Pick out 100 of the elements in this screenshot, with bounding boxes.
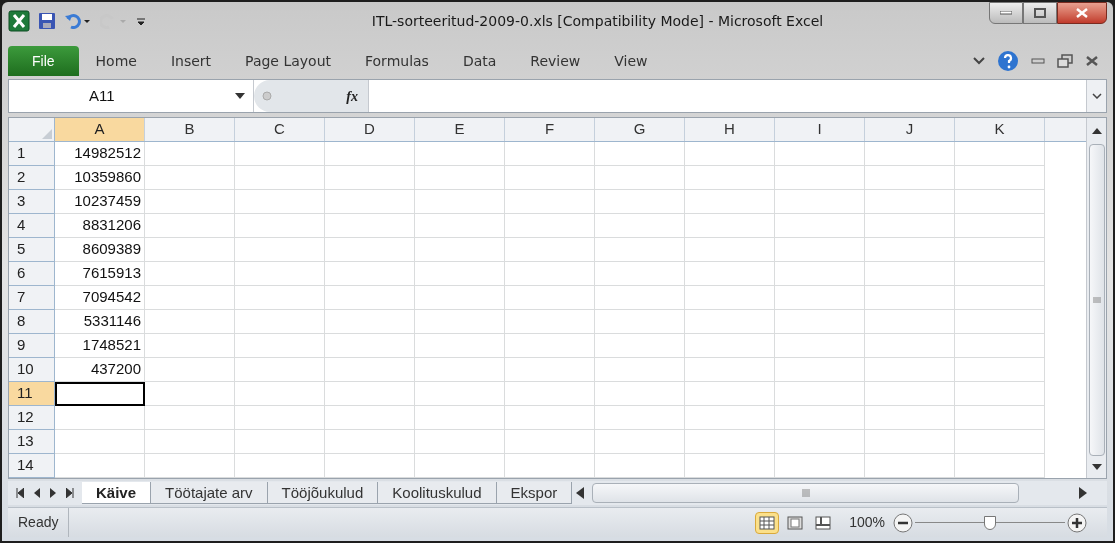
table-cell[interactable]: [685, 310, 775, 334]
table-cell[interactable]: 8831206: [55, 214, 145, 238]
excel-logo-icon[interactable]: [8, 10, 30, 32]
table-cell[interactable]: [865, 358, 955, 382]
first-sheet-icon[interactable]: [16, 488, 24, 498]
table-cell[interactable]: [505, 454, 595, 478]
table-cell[interactable]: [775, 334, 865, 358]
table-cell[interactable]: [865, 286, 955, 310]
restore-workbook-icon[interactable]: [1057, 54, 1073, 68]
ribbon-tab[interactable]: Home: [78, 46, 154, 76]
table-cell[interactable]: [865, 190, 955, 214]
sheet-tab[interactable]: Ekspor: [496, 482, 573, 504]
table-cell[interactable]: 437200: [55, 358, 145, 382]
table-cell[interactable]: [145, 286, 235, 310]
table-cell[interactable]: [145, 238, 235, 262]
zoom-in-icon[interactable]: [1067, 512, 1087, 533]
ribbon-tab[interactable]: Review: [513, 46, 598, 76]
ribbon-tab[interactable]: View: [597, 46, 665, 76]
column-header[interactable]: J: [865, 118, 955, 141]
table-cell[interactable]: [145, 334, 235, 358]
table-cell[interactable]: [685, 406, 775, 430]
table-cell[interactable]: [685, 166, 775, 190]
table-cell[interactable]: [865, 454, 955, 478]
undo-icon[interactable]: [64, 13, 92, 29]
table-cell[interactable]: [775, 142, 865, 166]
table-cell[interactable]: 10359860: [55, 166, 145, 190]
table-cell[interactable]: [865, 214, 955, 238]
table-cell[interactable]: [325, 238, 415, 262]
row-header[interactable]: 1: [9, 142, 55, 166]
table-cell[interactable]: [415, 358, 505, 382]
table-cell[interactable]: [145, 406, 235, 430]
row-header[interactable]: 3: [9, 190, 55, 214]
column-header[interactable]: C: [235, 118, 325, 141]
minimize-workbook-icon[interactable]: [1031, 58, 1045, 64]
row-header[interactable]: 4: [9, 214, 55, 238]
table-cell[interactable]: [325, 190, 415, 214]
table-cell[interactable]: [955, 166, 1045, 190]
table-cell[interactable]: 7094542: [55, 286, 145, 310]
table-cell[interactable]: [865, 262, 955, 286]
row-header[interactable]: 8: [9, 310, 55, 334]
table-cell[interactable]: 5331146: [55, 310, 145, 334]
table-cell[interactable]: [235, 382, 325, 406]
table-cell[interactable]: [595, 238, 685, 262]
table-cell[interactable]: [595, 382, 685, 406]
table-cell[interactable]: [685, 454, 775, 478]
table-cell[interactable]: [955, 430, 1045, 454]
table-cell[interactable]: [505, 262, 595, 286]
table-cell[interactable]: [685, 214, 775, 238]
help-icon[interactable]: [997, 50, 1019, 72]
table-cell[interactable]: [325, 430, 415, 454]
table-cell[interactable]: [325, 310, 415, 334]
row-header[interactable]: 10: [9, 358, 55, 382]
save-icon[interactable]: [38, 12, 56, 30]
table-cell[interactable]: [415, 262, 505, 286]
table-cell[interactable]: [595, 310, 685, 334]
table-cell[interactable]: [415, 166, 505, 190]
table-cell[interactable]: [775, 286, 865, 310]
table-cell[interactable]: [595, 166, 685, 190]
column-header[interactable]: G: [595, 118, 685, 141]
table-cell[interactable]: [595, 262, 685, 286]
minimize-ribbon-icon[interactable]: [973, 56, 985, 66]
table-cell[interactable]: [145, 430, 235, 454]
table-cell[interactable]: [685, 142, 775, 166]
table-cell[interactable]: [595, 358, 685, 382]
table-cell[interactable]: [865, 238, 955, 262]
table-cell[interactable]: [775, 214, 865, 238]
table-cell[interactable]: [235, 286, 325, 310]
table-cell[interactable]: [775, 238, 865, 262]
table-cell[interactable]: [235, 310, 325, 334]
table-cell[interactable]: [865, 142, 955, 166]
table-cell[interactable]: [955, 142, 1045, 166]
table-cell[interactable]: [55, 430, 145, 454]
table-cell[interactable]: [595, 142, 685, 166]
table-cell[interactable]: [775, 262, 865, 286]
table-cell[interactable]: [55, 454, 145, 478]
table-cell[interactable]: [235, 166, 325, 190]
view-button[interactable]: [755, 511, 780, 534]
column-header[interactable]: A: [55, 118, 145, 141]
table-cell[interactable]: [325, 214, 415, 238]
table-cell[interactable]: [595, 334, 685, 358]
column-header[interactable]: K: [955, 118, 1045, 141]
table-cell[interactable]: [325, 382, 415, 406]
table-cell[interactable]: [235, 430, 325, 454]
table-cell[interactable]: [775, 382, 865, 406]
table-cell[interactable]: [865, 382, 955, 406]
table-cell[interactable]: [955, 310, 1045, 334]
file-tab[interactable]: File: [8, 46, 79, 76]
table-cell[interactable]: [865, 310, 955, 334]
sheet-tab[interactable]: Käive: [82, 482, 152, 504]
table-cell[interactable]: [955, 262, 1045, 286]
table-cell[interactable]: [325, 454, 415, 478]
table-cell[interactable]: [505, 382, 595, 406]
table-cell[interactable]: [685, 238, 775, 262]
table-cell[interactable]: [775, 430, 865, 454]
column-header[interactable]: H: [685, 118, 775, 141]
column-header[interactable]: D: [325, 118, 415, 141]
table-cell[interactable]: [235, 190, 325, 214]
table-cell[interactable]: [415, 406, 505, 430]
table-cell[interactable]: [325, 286, 415, 310]
table-cell[interactable]: [505, 214, 595, 238]
